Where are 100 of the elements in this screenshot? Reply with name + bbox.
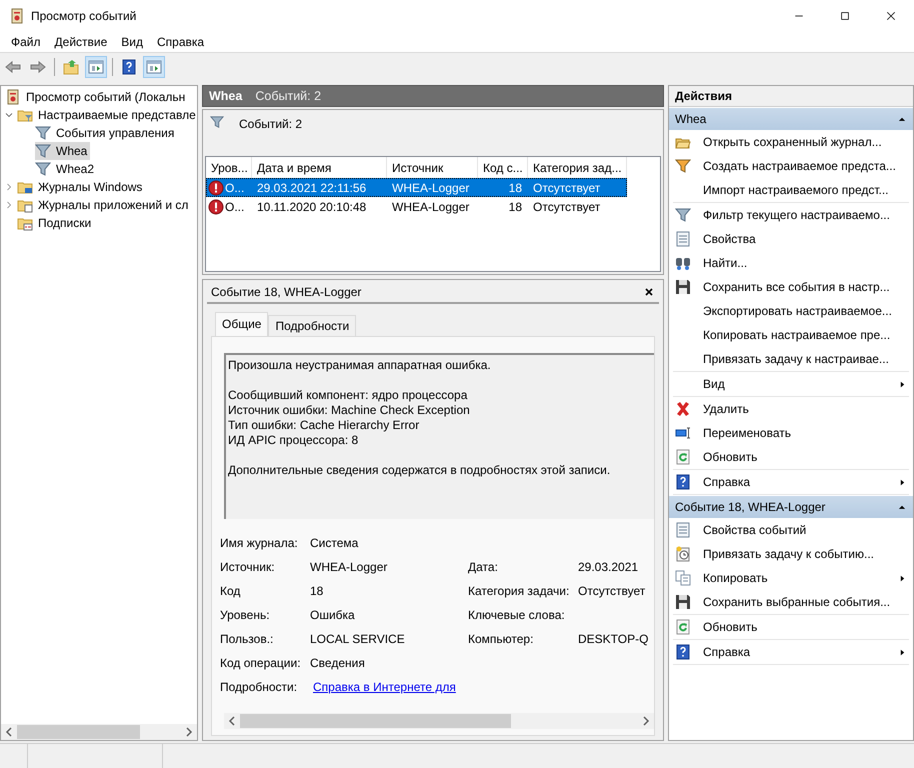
- action-item[interactable]: Открыть сохраненный журнал...: [673, 130, 909, 154]
- action-item[interactable]: Удалить: [673, 397, 909, 421]
- submenu-arrow-icon: [898, 648, 907, 656]
- pane-icon: [88, 59, 104, 75]
- actions-title: Действия: [669, 86, 913, 107]
- table-cell: 29.03.2021 22:11:56: [257, 180, 366, 194]
- action-item[interactable]: Сохранить все события в настр...: [673, 275, 909, 299]
- table-cell: WHEA-Logger: [392, 180, 470, 194]
- action-item[interactable]: Импорт настраиваемого предст...: [673, 178, 909, 202]
- submenu-arrow-icon: [898, 380, 907, 388]
- scrollbar-thumb[interactable]: [240, 714, 511, 728]
- tree-item[interactable]: Журналы приложений и сл: [17, 196, 192, 214]
- action-item[interactable]: Привязать задачу к событию...: [673, 542, 909, 566]
- description-line: Дополнительные сведения содержатся в подробностях этой записи.: [228, 463, 612, 478]
- table-cell: О...: [225, 180, 244, 194]
- table-cell: 18: [508, 200, 522, 214]
- log-viewer-icon: [9, 8, 25, 24]
- menu-item[interactable]: Файл: [4, 35, 48, 49]
- table-row[interactable]: О... 29.03.2021 22:11:56 WHEA-Logger 18 Отсутствует: [206, 178, 627, 197]
- back-arrow-icon: [5, 59, 21, 75]
- field-value: 29.03.2021: [578, 560, 638, 574]
- table-cell: Отсутствует: [533, 180, 600, 194]
- action-item[interactable]: Свойства: [673, 227, 909, 251]
- help-icon: [675, 644, 691, 660]
- description-line: ИД APIC процессора: 8: [228, 433, 360, 448]
- delete-icon: [675, 401, 691, 417]
- properties-icon: [675, 522, 691, 538]
- funnel-icon: [675, 207, 691, 223]
- detail-title: Событие 18, WHEA-Logger: [211, 285, 362, 299]
- menu-item[interactable]: Вид: [114, 35, 150, 49]
- funnel-icon: [209, 115, 225, 129]
- menu-item[interactable]: Справка: [150, 35, 212, 49]
- filter-count: Событий: 2: [239, 116, 302, 131]
- field-value: WHEA-Logger: [310, 560, 388, 574]
- field-label: Ключевые слова:: [468, 608, 565, 622]
- description-line: Сообщивший компонент: ядро процессора: [228, 388, 468, 403]
- error-icon: [208, 198, 224, 214]
- field-value: Ошибка: [310, 608, 355, 622]
- tree-item[interactable]: События управления: [35, 124, 178, 142]
- field-label: Дата:: [468, 560, 498, 574]
- action-item[interactable]: Найти...: [673, 251, 909, 275]
- tab[interactable]: Общие: [215, 312, 268, 336]
- section-header[interactable]: Событие 18, WHEA-Logger: [669, 496, 913, 518]
- section-header[interactable]: Whea: [669, 108, 913, 130]
- forward-arrow-icon: [30, 59, 46, 75]
- field-label: Уровень:: [220, 608, 270, 622]
- field-value: Сведения: [310, 656, 365, 670]
- help-link[interactable]: Справка в Интернете для: [310, 680, 456, 694]
- tree-item[interactable]: Whea: [35, 142, 90, 160]
- help-icon: [675, 474, 691, 490]
- properties-icon: [675, 231, 691, 247]
- field-value: 18: [310, 584, 324, 598]
- description-line: Источник ошибки: Machine Check Exception: [228, 403, 471, 418]
- tree-item[interactable]: Настраиваемые представле: [17, 106, 197, 124]
- funnel-icon: [35, 143, 51, 159]
- action-item[interactable]: Фильтр текущего настраиваемо...: [673, 203, 909, 227]
- horizontal-scrollbar[interactable]: [224, 713, 654, 729]
- field-label: Источник:: [220, 560, 275, 574]
- action-item[interactable]: Обновить: [673, 445, 909, 469]
- action-item[interactable]: Справка: [673, 470, 909, 494]
- window-title: Просмотр событий: [31, 9, 138, 23]
- action-item[interactable]: Копировать настраиваемое пре...: [673, 323, 909, 347]
- tree-item[interactable]: Просмотр событий (Локальн: [5, 88, 188, 106]
- table-cell: 18: [508, 180, 522, 194]
- description-line: Произошла неустранимая аппаратная ошибка.: [228, 358, 492, 373]
- close-icon: [885, 10, 897, 22]
- horizontal-scrollbar[interactable]: [1, 724, 197, 740]
- tree-item[interactable]: Whea2: [35, 160, 98, 178]
- maximize-icon: [839, 10, 851, 22]
- help-icon: [121, 59, 137, 75]
- description-line: Тип ошибки: Cache Hierarchy Error: [228, 418, 420, 433]
- action-item[interactable]: Копировать: [673, 566, 909, 590]
- binoculars-icon: [675, 255, 691, 271]
- event-count: Событий: 2: [255, 89, 322, 103]
- action-item[interactable]: Справка: [673, 640, 909, 664]
- pane-icon: [146, 59, 162, 75]
- action-item[interactable]: Сохранить выбранные события...: [673, 590, 909, 614]
- action-item[interactable]: Переименовать: [673, 421, 909, 445]
- close-icon: [643, 286, 655, 298]
- table-row[interactable]: О... 10.11.2020 20:10:48 WHEA-Logger 18 Отсутствует: [206, 197, 660, 216]
- field-label: Подробности:: [220, 680, 298, 694]
- tree-item[interactable]: Подписки: [17, 214, 94, 232]
- table-cell: Отсутствует: [533, 200, 600, 214]
- action-item[interactable]: Привязать задачу к настраивае...: [673, 347, 909, 371]
- scrollbar-thumb[interactable]: [17, 725, 140, 739]
- menu-item[interactable]: Действие: [48, 35, 114, 49]
- action-item[interactable]: Свойства событий: [673, 518, 909, 542]
- tab[interactable]: Подробности: [268, 315, 356, 336]
- action-item[interactable]: Обновить: [673, 615, 909, 639]
- funnel-icon: [675, 158, 691, 174]
- field-label: Имя журнала:: [220, 536, 298, 550]
- table-cell: О...: [225, 200, 244, 214]
- table-cell: 10.11.2020 20:10:48: [257, 200, 366, 214]
- tree-item[interactable]: Журналы Windows: [17, 178, 146, 196]
- action-item[interactable]: Создать настраиваемое предста...: [673, 154, 909, 178]
- field-label: Код операции:: [220, 656, 301, 670]
- action-item[interactable]: Вид: [673, 372, 909, 396]
- action-item[interactable]: Экспортировать настраиваемое...: [673, 299, 909, 323]
- refresh-icon: [675, 619, 691, 635]
- field-label: Пользов.:: [220, 632, 274, 646]
